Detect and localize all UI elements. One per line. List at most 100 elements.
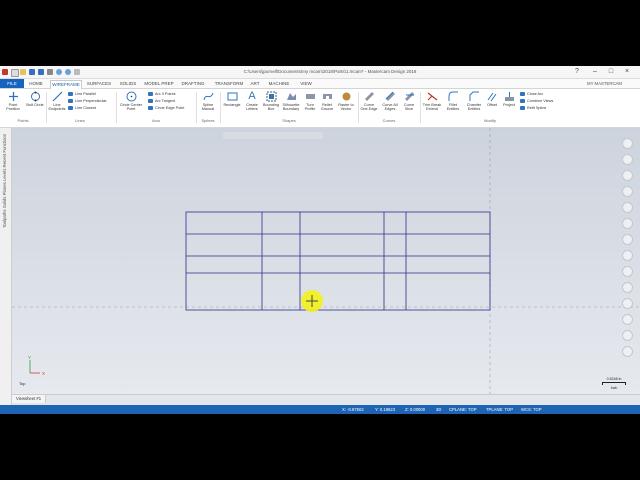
fillet-entities-button[interactable]: Fillet Entities [444, 91, 462, 111]
create-letters-button[interactable]: A Create Letters [243, 91, 261, 112]
maximize-button[interactable]: □ [606, 68, 616, 76]
tab-view[interactable]: VIEW [296, 80, 316, 88]
fit-view-icon[interactable] [622, 138, 633, 149]
wireframe-canvas[interactable]: Y X [12, 128, 640, 394]
silhouette-boundary-button[interactable]: Silhouette Boundary [281, 91, 301, 111]
trim-break-extend-label: Trim Break Extend [422, 103, 442, 112]
cursor-highlight [301, 290, 323, 312]
close-button[interactable]: × [622, 68, 632, 76]
window-title: C:\Users\jpurnell\Documents\my mcam\2018… [243, 69, 417, 74]
undo-view-icon[interactable] [622, 330, 633, 341]
spline-manual-button[interactable]: Spline Manual [198, 91, 218, 111]
curve-one-edge-button[interactable]: Curve One Edge [360, 91, 378, 111]
group-modify-label: Modify [484, 118, 496, 123]
new-file-icon[interactable] [11, 69, 19, 77]
graphics-viewport[interactable]: Y X Top 0.5248 in Inch [12, 128, 640, 394]
group-curves-label: Curves [382, 118, 396, 123]
raster-to-vector-button[interactable]: Raster to Vector [336, 91, 356, 111]
close-arc-label: Close Arc [527, 92, 544, 96]
curve-slice-label: Curve Slice [403, 103, 415, 112]
tab-machine[interactable]: MACHINE [264, 80, 294, 88]
ribbon-divider [196, 92, 197, 123]
arc-3-points-button[interactable]: Arc 3 Points [148, 92, 175, 97]
offset-button[interactable]: Offset [485, 91, 499, 107]
status-wcs[interactable]: WCS: TOP [521, 407, 542, 412]
level-manager-icon[interactable] [622, 346, 633, 357]
relief-groove-button[interactable]: Relief Groove [319, 91, 335, 111]
tab-transform[interactable]: TRANSFORM [212, 80, 246, 88]
front-view-icon[interactable] [622, 202, 633, 213]
fillet-icon [448, 91, 459, 102]
close-arc-button[interactable]: Close Arc [520, 92, 543, 97]
ribbon-divider [220, 92, 221, 123]
arc-3-points-icon [148, 92, 153, 96]
tab-surfaces[interactable]: SURFACES [84, 80, 114, 88]
bolt-circle-button[interactable]: Bolt Circle [26, 91, 44, 107]
tab-art[interactable]: ART [248, 80, 262, 88]
my-mastercam-link[interactable]: MY MASTERCAM [587, 80, 622, 88]
save-icon[interactable] [29, 69, 35, 75]
turn-profile-icon [305, 91, 316, 102]
circle-edge-point-button[interactable]: Circle Edge Point [148, 106, 184, 111]
status-cplane[interactable]: CPLANE: TOP [449, 407, 477, 412]
delete-icon[interactable] [622, 298, 633, 309]
combine-views-button[interactable]: Combine Views [520, 99, 553, 104]
tab-wireframe[interactable]: WIREFRAME [50, 80, 82, 89]
help-icon[interactable]: ? [572, 68, 582, 76]
analyze-icon[interactable] [622, 282, 633, 293]
redo-icon[interactable] [65, 69, 71, 75]
line-perpendicular-button[interactable]: Line Perpendicular [68, 99, 107, 104]
zoom-window-icon[interactable] [622, 154, 633, 165]
hide-icon[interactable] [622, 314, 633, 325]
curve-all-edges-button[interactable]: Curve All Edges [380, 91, 400, 111]
rectangle-button[interactable]: Rectangle [222, 91, 242, 107]
scale-unit: Inch [610, 386, 618, 390]
tab-solids[interactable]: SOLIDS [116, 80, 140, 88]
curve-slice-button[interactable]: Curve Slice [401, 91, 417, 111]
status-3d-toggle[interactable]: 3D [436, 407, 441, 412]
turn-profile-button[interactable]: Turn Profile [302, 91, 318, 111]
tab-file[interactable]: FILE [0, 79, 24, 88]
isometric-view-icon[interactable] [622, 234, 633, 245]
print-icon[interactable] [47, 69, 53, 75]
group-lines-label: Lines [75, 118, 85, 123]
save-as-icon[interactable] [38, 69, 44, 75]
selection-toolbar[interactable] [223, 132, 323, 139]
curve-all-edges-icon [385, 91, 396, 102]
circle-center-point-button[interactable]: Circle Center Point [118, 91, 144, 111]
unzoom-icon[interactable] [622, 170, 633, 181]
project-label: Project [503, 103, 515, 107]
tab-home[interactable]: HOME [26, 80, 46, 88]
tab-model-prep[interactable]: MODEL PREP [142, 80, 176, 88]
tab-drafting[interactable]: DRAFTING [178, 80, 208, 88]
arc-tangent-button[interactable]: Arc Tangent [148, 99, 175, 104]
manager-tabs[interactable]: Toolpaths Solids Planes Levels Recent Fu… [2, 134, 7, 228]
top-view-icon[interactable] [622, 186, 633, 197]
undo-icon[interactable] [56, 69, 62, 75]
bolt-circle-label: Bolt Circle [26, 103, 44, 107]
line-endpoints-button[interactable]: Line Endpoints [48, 91, 66, 111]
line-closest-icon [68, 106, 73, 110]
create-letters-label: Create Letters [246, 103, 258, 112]
point-position-button[interactable]: Point Position [2, 91, 24, 111]
project-button[interactable]: Project [501, 91, 517, 107]
line-closest-button[interactable]: Line Closest [68, 106, 96, 111]
viewsheet-tab[interactable]: Viewsheet #1 [12, 395, 47, 403]
bounding-box-button[interactable]: Bounding Box [262, 91, 280, 111]
line-parallel-button[interactable]: Line Parallel [68, 92, 96, 97]
ribbon-divider [358, 92, 359, 123]
line-perpendicular-label: Line Perpendicular [75, 99, 107, 103]
trim-break-extend-button[interactable]: Trim Break Extend [422, 91, 442, 111]
minimize-button[interactable]: – [590, 68, 600, 76]
customize-quick-access-icon[interactable] [74, 69, 80, 75]
right-view-icon[interactable] [622, 218, 633, 229]
refit-spline-button[interactable]: Refit Spline [520, 106, 546, 111]
wireframe-shading-icon[interactable] [622, 250, 633, 261]
ribbon-panel: Point Position Bolt Circle Points Line E… [0, 89, 640, 128]
line-parallel-icon [68, 92, 73, 96]
chamfer-entities-button[interactable]: Chamfer Entities [464, 91, 484, 111]
shaded-icon[interactable] [622, 266, 633, 277]
ribbon-tabs: FILE HOME WIREFRAME SURFACES SOLIDS MODE… [0, 79, 640, 89]
status-tplane[interactable]: TPLANE: TOP [486, 407, 513, 412]
open-folder-icon[interactable] [20, 69, 26, 75]
